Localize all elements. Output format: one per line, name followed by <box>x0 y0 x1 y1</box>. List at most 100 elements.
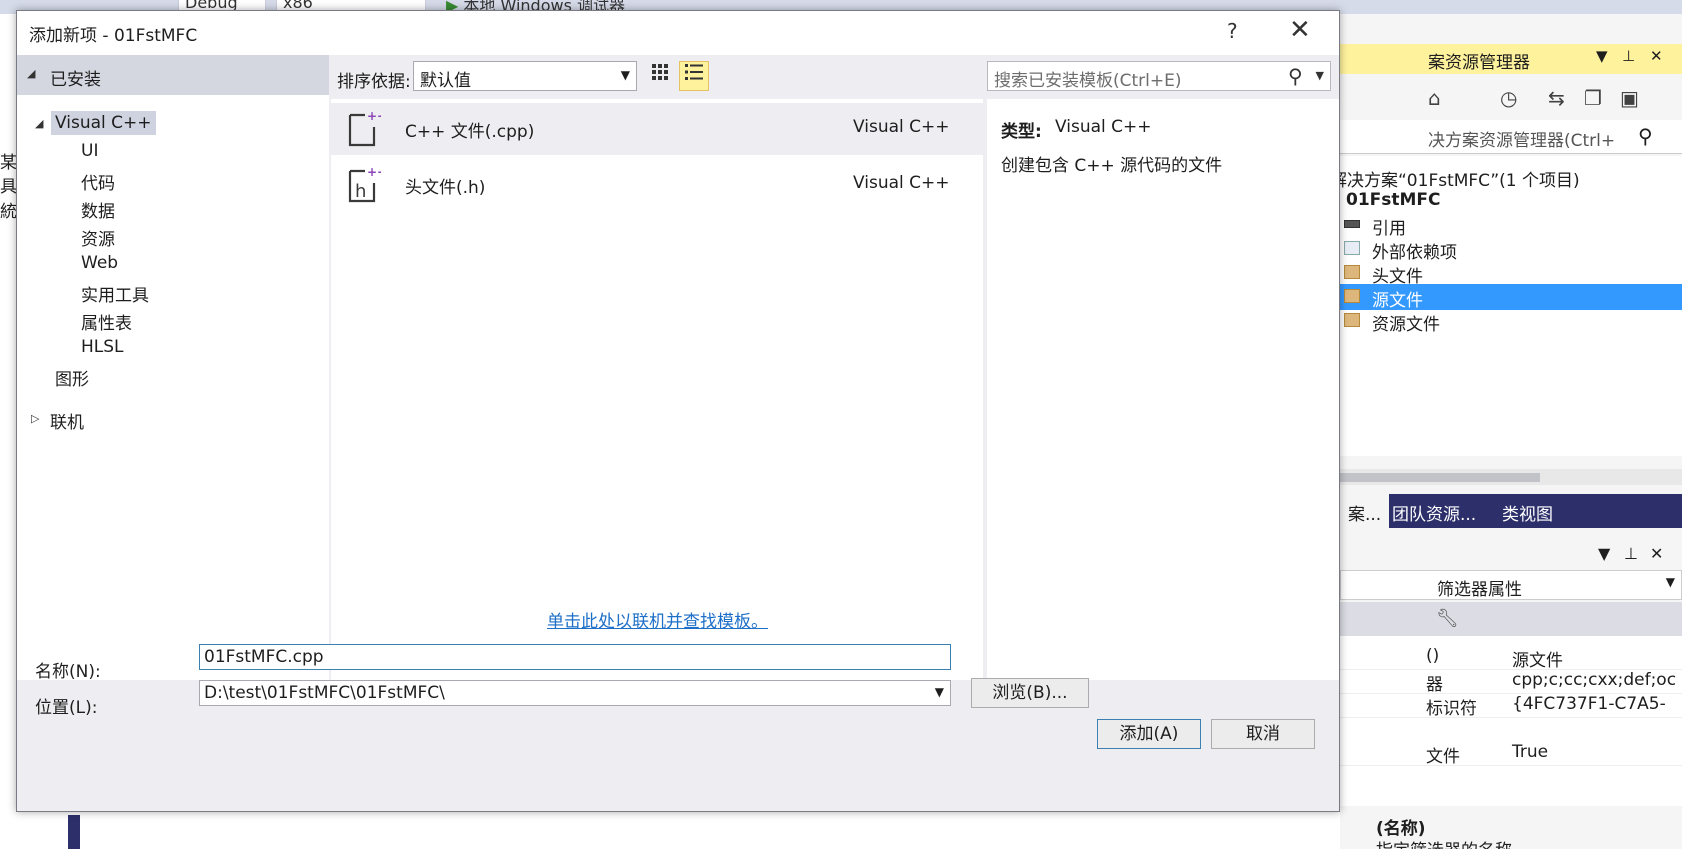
pin-icon[interactable]: ⊥ <box>1624 544 1638 563</box>
properties-object-select[interactable]: 筛选器属性 ▼ <box>1340 570 1682 600</box>
tree-item-resource[interactable]: 资源 <box>17 221 329 250</box>
template-search-input[interactable]: 搜索已安装模板(Ctrl+E) ⚲ ▼ <box>987 61 1331 91</box>
template-name: C++ 文件(.cpp) <box>405 122 535 142</box>
history-icon[interactable]: ◷ <box>1500 86 1517 110</box>
wrench-icon[interactable]: 🔧︎ <box>1436 608 1459 629</box>
location-label: 位置(L): <box>35 698 98 718</box>
cancel-button[interactable]: 取消 <box>1211 719 1315 749</box>
add-new-item-dialog: 添加新项 - 01FstMFC ? ✕ ◢ 已安装 ◢ Visual C++ U… <box>16 10 1340 812</box>
solution-explorer-panel: 案资源管理器 ▼ ⊥ ✕ ⌂ ◷ ⇆ ❐ ▣ 决方案资源管理器(Ctrl+ ⚲ … <box>1340 14 1682 849</box>
collapse-icon[interactable]: ❐ <box>1584 86 1602 110</box>
properties-icon[interactable]: ▣ <box>1620 86 1639 110</box>
property-row[interactable]: () 源文件 <box>1340 644 1682 671</box>
editor-bottom <box>16 815 1366 849</box>
tree-label: 01FstMFC <box>1346 190 1441 210</box>
name-field[interactable]: 01FstMFC.cpp <box>199 644 951 670</box>
property-value: cpp;c;cc;cxx;def;oc <box>1512 670 1677 690</box>
search-icon: ⚲ <box>1638 124 1653 148</box>
tree-item-header-files[interactable]: 头文件 <box>1340 260 1682 287</box>
category-label: 联机 <box>50 413 84 433</box>
tree-item-utility[interactable]: 实用工具 <box>17 277 329 306</box>
property-key: 文件 <box>1426 747 1460 767</box>
folder-icon <box>1344 265 1360 279</box>
dropdown-icon[interactable]: ▼ <box>1596 47 1608 65</box>
collapsed-triangle-icon: ▷ <box>31 412 40 425</box>
dialog-title-bar: 添加新项 - 01FstMFC ? ✕ <box>17 11 1339 55</box>
property-row[interactable]: 器 cpp;c;cc;cxx;def;oc <box>1340 668 1682 695</box>
tree-item-visual-cpp[interactable]: ◢ Visual C++ <box>17 109 329 137</box>
tree-item-ui[interactable]: UI <box>17 137 329 165</box>
tree-item-web[interactable]: Web <box>17 249 329 277</box>
external-deps-icon <box>1344 241 1360 255</box>
tree-item-hlsl[interactable]: HLSL <box>17 333 329 361</box>
type-label: 类型: <box>1001 122 1042 142</box>
pin-icon[interactable]: ⊥ <box>1622 47 1635 65</box>
installed-header[interactable]: ◢ 已安装 <box>17 55 329 95</box>
category-label: Web <box>81 253 119 273</box>
tree-item-project[interactable]: 01FstMFC <box>1340 188 1682 214</box>
tree-item-graphics[interactable]: 图形 <box>17 361 329 390</box>
tree-item-source-files[interactable]: 源文件 <box>1340 284 1682 311</box>
properties-toolbar: 🔧︎ <box>1340 602 1682 636</box>
sort-label: 排序依据: <box>337 72 411 92</box>
header-file-icon: ++ h <box>348 165 381 203</box>
close-icon[interactable]: ✕ <box>1650 544 1663 563</box>
list-view-button[interactable] <box>679 61 709 91</box>
browse-button[interactable]: 浏览(B)... <box>971 678 1089 708</box>
property-description: (名称) 指定筛选器的名称。 <box>1340 814 1682 849</box>
sort-value: 默认值 <box>420 71 471 91</box>
list-icon <box>685 64 703 80</box>
small-icons-view-button[interactable] <box>645 61 675 91</box>
property-row[interactable]: 文件 True <box>1340 740 1682 767</box>
horizontal-scrollbar[interactable] <box>1340 469 1682 485</box>
template-description-panel: 类型: Visual C++ 创建包含 C++ 源代码的文件 <box>987 99 1339 680</box>
home-icon[interactable]: ⌂ <box>1428 86 1441 110</box>
help-button[interactable]: ? <box>1227 19 1238 43</box>
category-panel: ◢ 已安装 ◢ Visual C++ UI 代码 数据 资源 Web 实用工具 … <box>17 55 329 680</box>
template-item-header[interactable]: ++ h 头文件(.h) Visual C++ <box>331 159 983 211</box>
sort-dropdown[interactable]: 默认值 ▼ <box>413 61 637 91</box>
folder-icon <box>1344 313 1360 327</box>
template-item-cpp[interactable]: ++ C++ 文件(.cpp) Visual C++ <box>331 103 983 155</box>
search-placeholder: 搜索已安装模板(Ctrl+E) <box>994 71 1182 91</box>
description-text: 指定筛选器的名称。 <box>1376 836 1529 849</box>
panel-tabs: 案... 团队资源... 类视图 <box>1340 494 1682 528</box>
tree-item-online[interactable]: ▷ 联机 <box>17 404 329 433</box>
close-button[interactable]: ✕ <box>1289 15 1311 45</box>
tree-item-property-sheet[interactable]: 属性表 <box>17 305 329 334</box>
property-key: () <box>1426 646 1440 666</box>
search-placeholder: 决方案资源管理器(Ctrl+ <box>1428 131 1616 151</box>
tree-item-resource-files[interactable]: 资源文件 <box>1340 308 1682 335</box>
panel-title: 案资源管理器 <box>1428 53 1530 73</box>
tree-item-external-deps[interactable]: 外部依赖项 <box>1340 236 1682 263</box>
location-field[interactable]: D:\test\01FstMFC\01FstMFC\ ▼ <box>199 680 951 706</box>
close-icon[interactable]: ✕ <box>1650 47 1663 65</box>
tab-class-view[interactable]: 类视图 <box>1502 500 1553 525</box>
solution-search-input[interactable]: 决方案资源管理器(Ctrl+ ⚲ <box>1340 120 1682 154</box>
name-label: 名称(N): <box>35 662 101 682</box>
tree-item-data[interactable]: 数据 <box>17 193 329 222</box>
tree-item-references[interactable]: 引用 <box>1340 212 1682 239</box>
find-templates-online-link[interactable]: 单击此处以联机并查找模板。 <box>547 607 768 632</box>
dropdown-icon[interactable]: ▼ <box>1598 544 1610 563</box>
template-description: 创建包含 C++ 源代码的文件 <box>1001 156 1223 176</box>
tree-item-solution[interactable]: 解决方案“01FstMFC”(1 个项目) <box>1340 164 1682 191</box>
sync-icon[interactable]: ⇆ <box>1548 86 1565 110</box>
cpp-file-icon: ++ <box>348 109 381 147</box>
editor-area-left: 某 具統 <box>0 14 16 849</box>
solution-tree: 解决方案“01FstMFC”(1 个项目) 01FstMFC 引用 外部依赖项 … <box>1340 156 1682 456</box>
property-row[interactable]: 标识符 {4FC737F1-C7A5- <box>1340 692 1682 719</box>
add-button[interactable]: 添加(A) <box>1097 719 1201 749</box>
tab-solution-explorer[interactable]: 案... <box>1340 494 1390 528</box>
location-value: D:\test\01FstMFC\01FstMFC\ <box>204 683 445 703</box>
scrollbar-thumb[interactable] <box>1340 473 1540 482</box>
tree-item-code[interactable]: 代码 <box>17 165 329 194</box>
property-value: {4FC737F1-C7A5- <box>1512 694 1666 714</box>
tab-team-explorer[interactable]: 团队资源... <box>1392 500 1476 525</box>
category-label: 数据 <box>81 202 115 222</box>
grid-icon <box>652 64 668 80</box>
template-name: 头文件(.h) <box>405 178 486 198</box>
property-key: 标识符 <box>1426 699 1477 719</box>
chevron-down-icon: ▼ <box>1665 575 1675 589</box>
references-icon <box>1344 220 1360 228</box>
